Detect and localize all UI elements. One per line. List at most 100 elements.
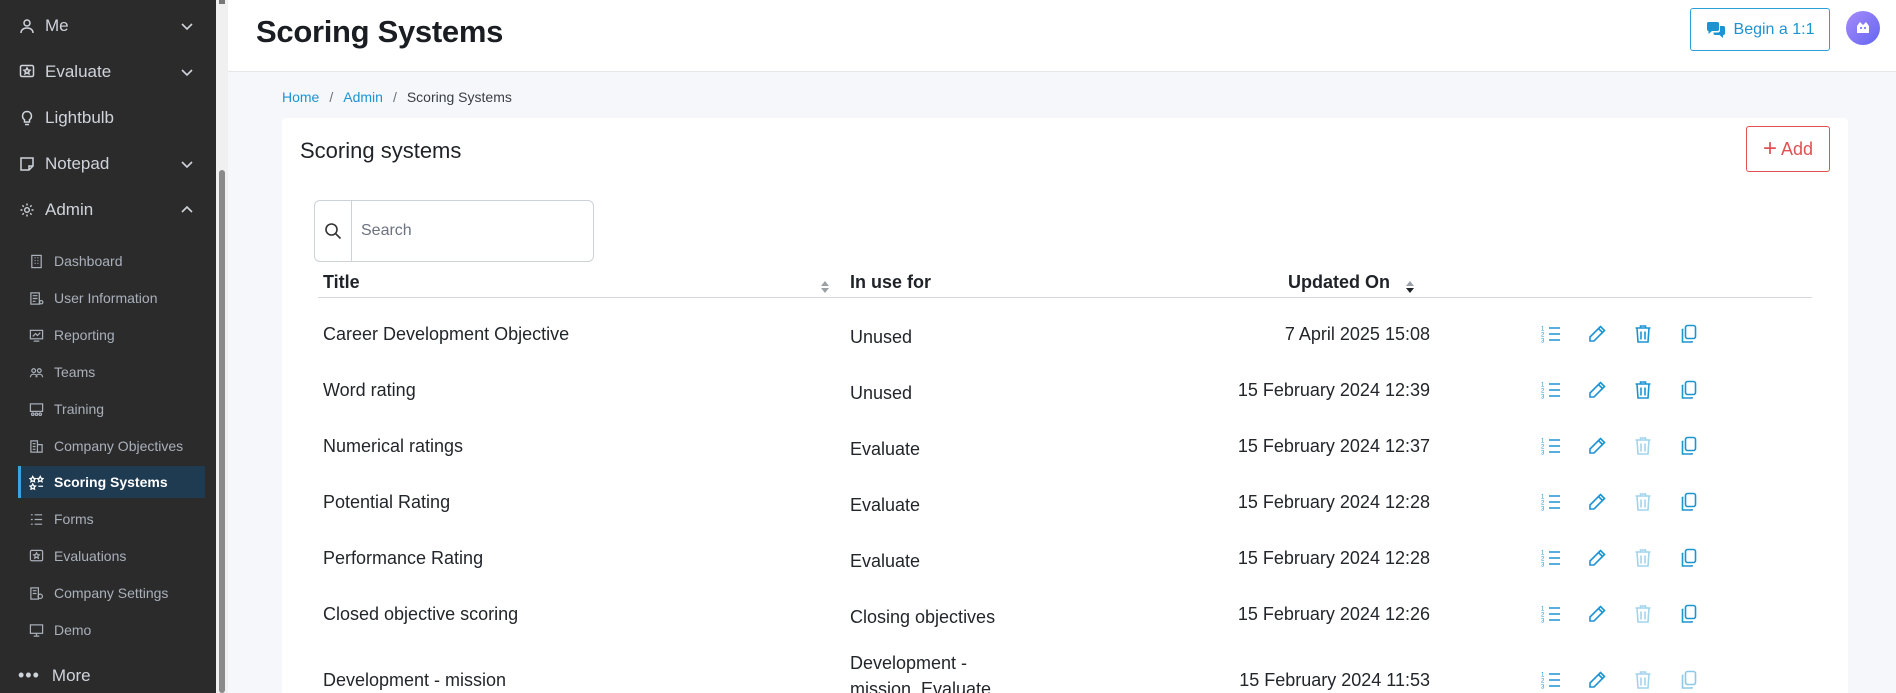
row-title: Potential Rating — [323, 492, 451, 512]
trash-icon — [1632, 547, 1654, 569]
copy-icon[interactable] — [1678, 323, 1700, 345]
sidebar-item-scoring-systems[interactable]: Scoring Systems — [18, 466, 205, 498]
breadcrumb-home[interactable]: Home — [282, 89, 319, 105]
copy-icon[interactable] — [1678, 491, 1700, 513]
table-row: Closed objective scoring Closing objectiv… — [318, 594, 1812, 636]
sort-descending-icon[interactable] — [1405, 280, 1415, 294]
search-input[interactable] — [352, 201, 593, 261]
nav-evaluate[interactable]: Evaluate — [0, 52, 216, 92]
sidebar-item-label: Reporting — [54, 327, 115, 343]
table-row: Word rating Unused 15 February 2024 12:39 1… — [318, 370, 1812, 412]
svg-text:3: 3 — [1541, 619, 1545, 624]
nav-evaluate-label: Evaluate — [45, 62, 112, 81]
row-title: Numerical ratings — [323, 436, 464, 456]
in-use-line: Development - — [850, 653, 968, 673]
breadcrumb-current: Scoring Systems — [406, 89, 512, 105]
add-button[interactable]: + Add — [1746, 126, 1830, 172]
trash-icon — [1632, 669, 1654, 691]
copy-icon[interactable] — [1678, 547, 1700, 569]
nav-notepad-label: Notepad — [45, 154, 110, 173]
pencil-icon[interactable] — [1586, 379, 1608, 401]
pencil-icon[interactable] — [1586, 669, 1608, 691]
trash-icon[interactable] — [1632, 379, 1654, 401]
table-row: Potential Rating Evaluate 15 February 2024… — [318, 482, 1812, 524]
table-row: Numerical ratings Evaluate 15 February 202… — [318, 426, 1812, 468]
sidebar-item-reporting[interactable]: Reporting — [18, 319, 205, 351]
sidebar-item-forms[interactable]: Forms — [18, 503, 205, 535]
svg-text:3: 3 — [1541, 507, 1545, 512]
pencil-icon[interactable] — [1586, 435, 1608, 457]
copy-icon[interactable] — [1678, 379, 1700, 401]
sidebar-item-user-information[interactable]: User Information — [18, 282, 205, 314]
plus-icon: + — [1762, 135, 1777, 162]
header: Scoring Systems Begin a 1:1 — [228, 0, 1896, 72]
report-icon — [28, 327, 44, 343]
trash-icon[interactable] — [1632, 323, 1654, 345]
in-use-line: Evaluate — [850, 495, 921, 515]
chat-bubbles-icon — [1706, 21, 1726, 39]
monitor-icon — [28, 622, 44, 638]
table-row: Performance Rating Evaluate 15 February 20… — [318, 538, 1812, 580]
row-actions: 123 — [1540, 435, 1700, 457]
numbered-list-icon[interactable]: 123 — [1540, 547, 1562, 569]
nav-admin[interactable]: Admin — [0, 190, 216, 230]
sort-icon[interactable] — [820, 280, 830, 294]
sidebar-item-dashboard[interactable]: Dashboard — [18, 245, 205, 277]
row-actions: 123 — [1540, 603, 1700, 625]
sidebar-item-demo[interactable]: Demo — [18, 614, 205, 646]
sidebar-item-company-objectives[interactable]: Company Objectives — [18, 430, 205, 462]
copy-icon[interactable] — [1678, 669, 1700, 691]
numbered-list-icon[interactable]: 123 — [1540, 603, 1562, 625]
pencil-icon[interactable] — [1586, 603, 1608, 625]
numbered-list-icon[interactable]: 123 — [1540, 379, 1562, 401]
company-objectives-icon — [28, 438, 44, 454]
pencil-icon[interactable] — [1586, 491, 1608, 513]
row-updated-on: 15 February 2024 11:53 — [1239, 670, 1430, 690]
trash-icon — [1632, 491, 1654, 513]
breadcrumb-admin[interactable]: Admin — [343, 89, 383, 105]
numbered-list-icon[interactable]: 123 — [1540, 435, 1562, 457]
sidebar-item-training[interactable]: Training — [18, 393, 205, 425]
scroll-up-arrow[interactable] — [219, 0, 225, 4]
nav-me-label: Me — [45, 16, 69, 35]
nav-notepad[interactable]: Notepad — [0, 144, 216, 184]
sidebar-item-company-settings[interactable]: Company Settings — [18, 577, 205, 609]
row-title: Closed objective scoring — [323, 604, 519, 624]
breadcrumb-separator: / — [329, 89, 334, 105]
ellipsis-icon: ••• — [18, 665, 40, 685]
pencil-icon[interactable] — [1586, 323, 1608, 345]
begin-one-on-one-button[interactable]: Begin a 1:1 — [1690, 8, 1830, 51]
in-use-line: Evaluate — [850, 439, 921, 459]
row-in-use: Evaluate — [850, 436, 920, 462]
column-in-use[interactable]: In use for — [850, 272, 931, 293]
column-title[interactable]: Title — [323, 272, 360, 293]
chevron-down-icon — [181, 23, 193, 31]
table-row: Development - mission Development - missio… — [318, 650, 1812, 693]
in-use-line: Evaluate — [850, 551, 921, 571]
row-actions: 123 — [1540, 379, 1700, 401]
pencil-icon[interactable] — [1586, 547, 1608, 569]
breadcrumb: Home / Admin / Scoring Systems — [282, 89, 512, 105]
sidebar-more[interactable]: ••• More — [18, 665, 91, 686]
row-actions: 123 — [1540, 669, 1700, 691]
numbered-list-icon[interactable]: 123 — [1540, 491, 1562, 513]
table-header: Title In use for Updated On — [318, 268, 1812, 298]
nav-me[interactable]: Me — [0, 6, 216, 46]
sidebar-scrollbar-thumb[interactable] — [219, 170, 225, 693]
copy-icon[interactable] — [1678, 435, 1700, 457]
nav-lightbulb[interactable]: Lightbulb — [0, 98, 216, 138]
svg-text:3: 3 — [1541, 563, 1545, 568]
add-button-label: Add — [1780, 138, 1814, 159]
avatar[interactable] — [1846, 11, 1880, 45]
column-updated-on[interactable]: Updated On — [1288, 272, 1390, 293]
numbered-list-icon[interactable]: 123 — [1540, 669, 1562, 691]
numbered-list-icon[interactable]: 123 — [1540, 323, 1562, 345]
copy-icon[interactable] — [1678, 603, 1700, 625]
row-actions: 123 — [1540, 491, 1700, 513]
scoring-systems-card: Scoring systems + Add Title In use for U… — [282, 118, 1848, 693]
user-list-icon — [28, 290, 44, 306]
sidebar-item-evaluations[interactable]: Evaluations — [18, 540, 205, 572]
row-updated-on: 7 April 2025 15:08 — [1284, 324, 1430, 344]
sidebar-item-teams[interactable]: Teams — [18, 356, 205, 388]
company-settings-icon — [28, 585, 44, 601]
